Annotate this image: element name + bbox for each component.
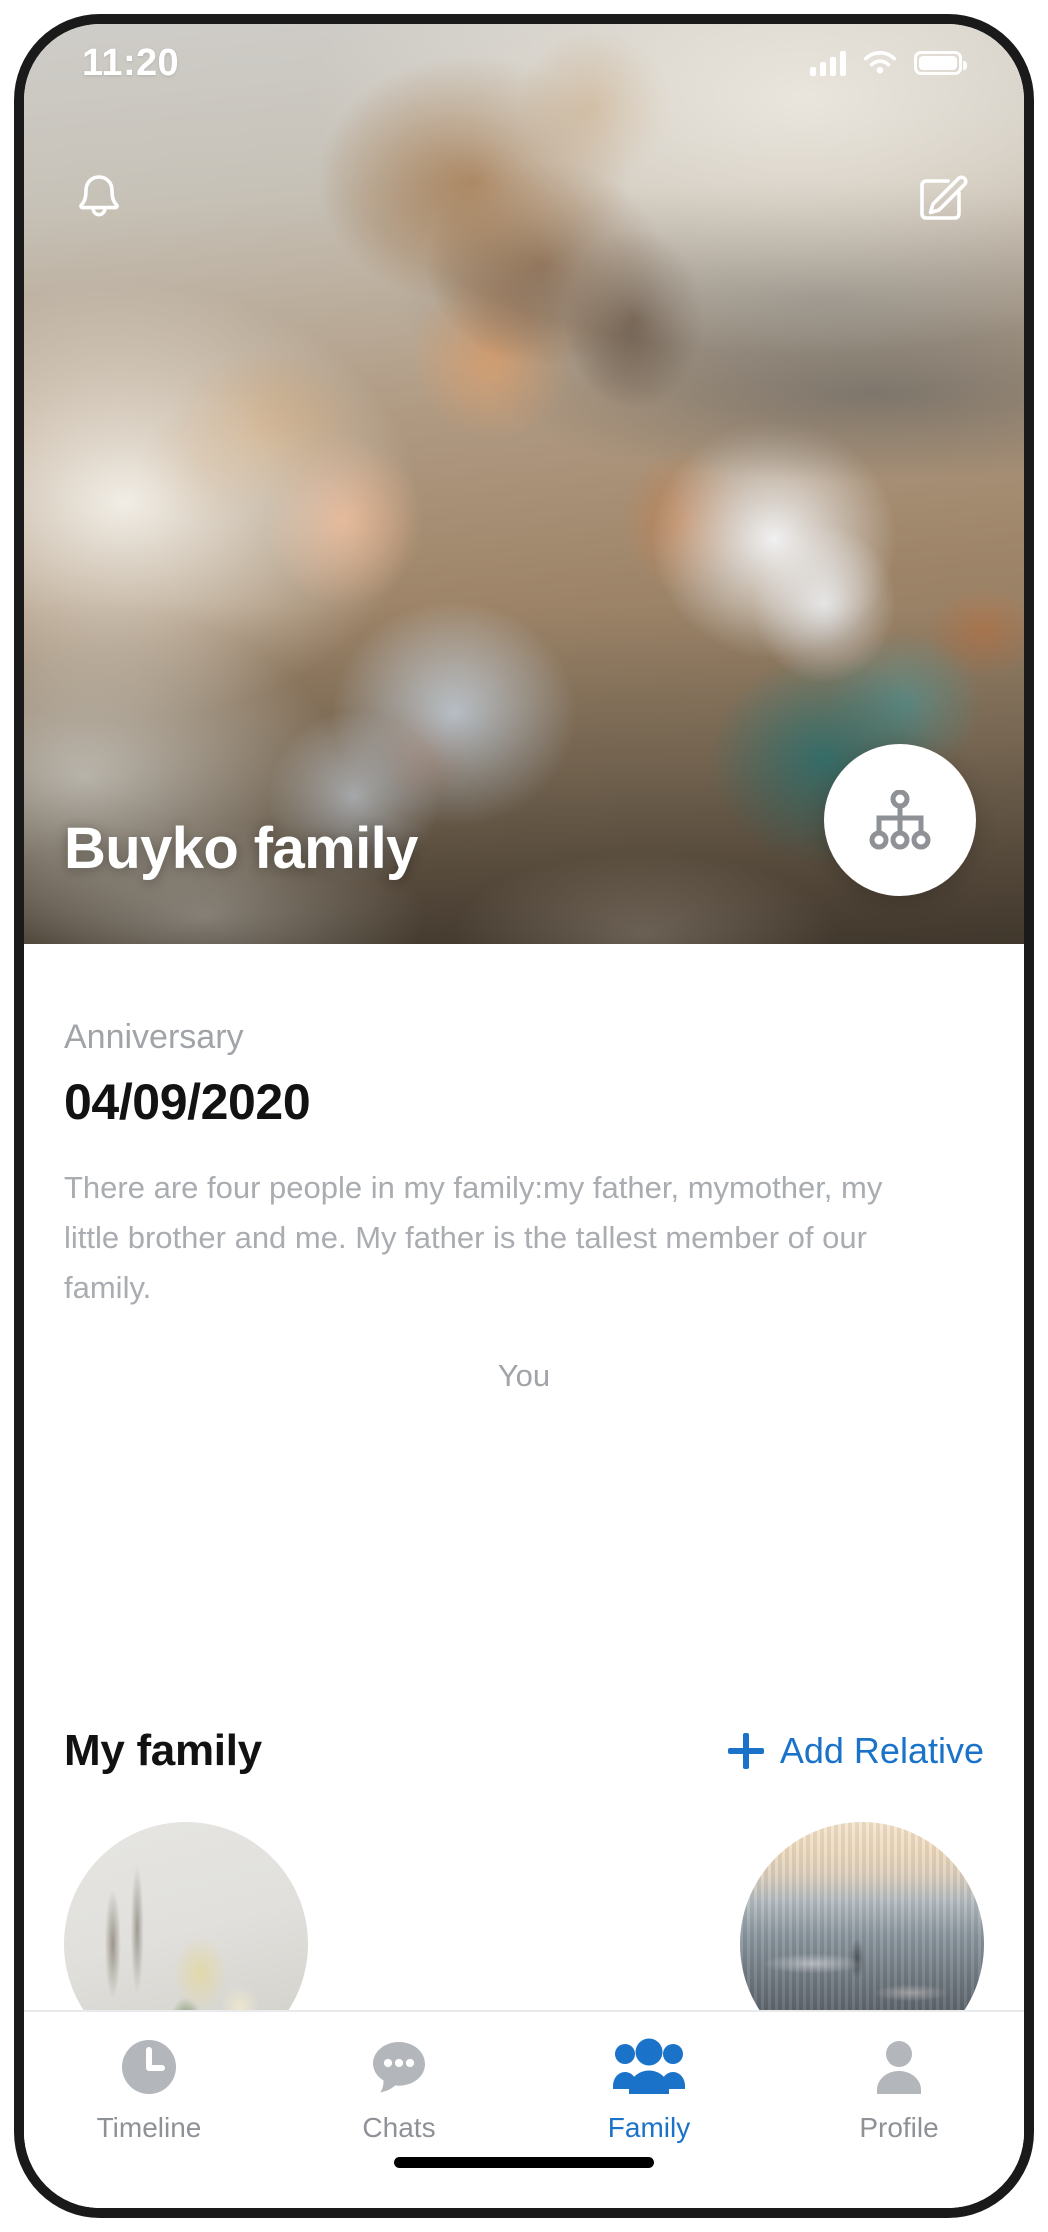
status-bar-time: 11:20 xyxy=(82,41,180,84)
you-avatar[interactable] xyxy=(398,1410,650,1662)
tab-family[interactable]: Family xyxy=(524,2036,774,2144)
family-details-panel: Anniversary 04/09/2020 There are four pe… xyxy=(24,944,1024,2208)
bottom-tab-bar: Timeline Chats Family Profile xyxy=(24,2010,1024,2208)
my-family-title: My family xyxy=(64,1725,262,1775)
wifi-icon xyxy=(864,51,896,74)
bell-icon xyxy=(79,175,119,217)
chat-bubble-icon xyxy=(369,2036,429,2098)
tab-chats-label: Chats xyxy=(362,2112,436,2143)
edit-family-button[interactable] xyxy=(906,164,976,234)
my-family-header: My family Add Relative xyxy=(64,1726,984,1776)
family-tree-button[interactable] xyxy=(824,744,976,896)
person-icon xyxy=(871,2036,927,2098)
clock-icon xyxy=(120,2036,178,2098)
tab-timeline[interactable]: Timeline xyxy=(24,2036,274,2144)
add-relative-button[interactable]: Add Relative xyxy=(727,1729,984,1772)
cellular-signal-icon xyxy=(810,50,846,76)
family-cover-header: 11:20 Buyko family xyxy=(24,24,1024,944)
status-bar: 11:20 xyxy=(24,24,1024,102)
status-bar-indicators xyxy=(810,49,967,77)
you-section: You xyxy=(24,1358,1024,1662)
tab-chats[interactable]: Chats xyxy=(274,2036,524,2144)
anniversary-date: 04/09/2020 xyxy=(64,1074,311,1130)
anniversary-label: Anniversary xyxy=(64,1018,244,1056)
family-name-title: Buyko family xyxy=(64,816,418,881)
notifications-button[interactable] xyxy=(64,164,134,234)
tab-profile[interactable]: Profile xyxy=(774,2036,1024,2144)
people-group-icon xyxy=(611,2036,687,2098)
add-relative-label: Add Relative xyxy=(779,1729,984,1771)
phone-screen: 11:20 Buyko family Anniversary 04/09/202… xyxy=(24,24,1024,2208)
tab-timeline-label: Timeline xyxy=(96,2112,202,2143)
you-label: You xyxy=(497,1357,551,1393)
cover-action-bar xyxy=(24,164,1024,234)
family-description: There are four people in my family:my fa… xyxy=(64,1170,883,1306)
battery-icon xyxy=(914,51,967,75)
tab-profile-label: Profile xyxy=(859,2112,939,2143)
plus-icon xyxy=(727,1732,764,1769)
home-indicator[interactable] xyxy=(394,2157,654,2168)
tab-family-label: Family xyxy=(607,2112,691,2143)
phone-device-frame: 11:20 Buyko family Anniversary 04/09/202… xyxy=(0,0,1048,2232)
family-tree-icon xyxy=(869,790,931,850)
edit-square-pencil-icon xyxy=(920,175,968,220)
